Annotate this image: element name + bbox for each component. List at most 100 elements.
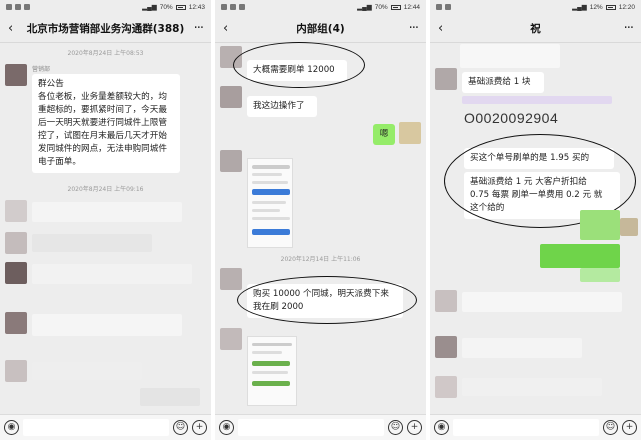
more-icon[interactable]: ··· xyxy=(402,21,419,36)
blurred-image xyxy=(540,244,620,268)
message-line: 各位老板，业务量差额较大的，均 xyxy=(38,92,167,102)
avatar[interactable] xyxy=(435,290,457,312)
avatar[interactable] xyxy=(5,312,27,334)
message-line: 控了，试图在月末最后几天才开始 xyxy=(38,131,167,141)
plus-icon[interactable]: + xyxy=(407,420,422,435)
blurred-image xyxy=(580,268,620,282)
notification-icon xyxy=(445,4,451,10)
chat-header: ‹ 内部组(4) ··· xyxy=(215,14,426,42)
avatar[interactable] xyxy=(220,86,242,108)
image-content xyxy=(252,209,280,212)
image-message[interactable] xyxy=(247,158,293,248)
avatar[interactable] xyxy=(220,268,242,290)
blurred-image xyxy=(580,210,620,240)
emoji-icon[interactable]: ☺ xyxy=(603,420,618,435)
back-icon[interactable]: ‹ xyxy=(8,21,24,36)
avatar[interactable] xyxy=(5,262,27,284)
clock: 12:44 xyxy=(403,3,420,11)
battery-icon xyxy=(605,4,616,10)
battery-icon xyxy=(390,4,401,10)
blurred-message xyxy=(462,338,582,358)
notification-icon xyxy=(221,4,227,10)
blurred-message xyxy=(32,264,192,284)
message-line: 后一天明天就要进行同城件上限管 xyxy=(38,118,167,128)
notification-icon xyxy=(15,4,21,10)
sender-name: 营销部 xyxy=(32,66,51,73)
message-line: 发同城件的网点，无法申购同城件 xyxy=(38,144,167,154)
avatar[interactable] xyxy=(220,328,242,350)
image-content xyxy=(252,173,282,176)
status-bar: ▂▄▆ 12% 12:20 xyxy=(430,0,641,14)
emoji-icon[interactable]: ☺ xyxy=(388,420,403,435)
blurred-message xyxy=(32,202,182,222)
signal-icon: ▂▄▆ xyxy=(572,4,587,11)
blurred-message xyxy=(32,362,142,380)
message-input[interactable] xyxy=(453,419,599,436)
avatar-self[interactable] xyxy=(399,122,421,144)
chat-title: 北京市场营销部业务沟通群(388) xyxy=(26,22,185,35)
message-text: 嗯 xyxy=(379,129,389,139)
avatar[interactable] xyxy=(220,150,242,172)
clock: 12:43 xyxy=(188,3,205,11)
avatar[interactable] xyxy=(5,200,27,222)
image-content xyxy=(252,371,288,374)
message-line: 群公告 xyxy=(38,79,64,89)
notification-icon xyxy=(436,4,442,10)
notification-icon xyxy=(24,4,30,10)
avatar[interactable] xyxy=(5,64,27,86)
message-bubble-self[interactable]: 嗯 xyxy=(373,124,395,145)
divider xyxy=(0,42,211,43)
chat-title: 祝 xyxy=(530,22,541,35)
message-bubble[interactable]: 基础派费给 1 块 xyxy=(462,72,544,93)
message-line: 重超标的，要抓紧时间了，今天最 xyxy=(38,105,167,115)
voice-icon[interactable]: ◉ xyxy=(434,420,449,435)
blurred-message xyxy=(460,44,560,68)
chat-header: ‹ 北京市场营销部业务沟通群(388) ··· xyxy=(0,14,211,42)
emoji-icon[interactable]: ☺ xyxy=(173,420,188,435)
status-bar: ▂▄▆ 70% 12:44 xyxy=(215,0,426,14)
avatar[interactable] xyxy=(5,360,27,382)
image-content xyxy=(252,189,290,195)
message-input[interactable] xyxy=(238,419,384,436)
avatar-self[interactable] xyxy=(620,218,638,236)
voice-icon[interactable]: ◉ xyxy=(4,420,19,435)
voice-icon[interactable]: ◉ xyxy=(219,420,234,435)
avatar[interactable] xyxy=(5,232,27,254)
avatar[interactable] xyxy=(435,68,457,90)
image-content xyxy=(252,165,290,169)
status-bar: ▂▄▆ 70% 12:43 xyxy=(0,0,211,14)
signal-icon: ▂▄▆ xyxy=(357,4,372,11)
more-icon[interactable]: ··· xyxy=(617,21,634,36)
blurred-message xyxy=(462,96,612,104)
message-input[interactable] xyxy=(23,419,169,436)
plus-icon[interactable]: + xyxy=(192,420,207,435)
avatar[interactable] xyxy=(435,376,457,398)
battery-icon xyxy=(175,4,186,10)
battery-percent: 12% xyxy=(589,3,603,11)
notification-icon xyxy=(6,4,12,10)
blurred-message xyxy=(32,234,152,252)
notification-icon xyxy=(230,4,236,10)
back-icon[interactable]: ‹ xyxy=(438,21,454,36)
message-bubble[interactable]: 我这边操作了 xyxy=(247,96,317,117)
divider xyxy=(430,42,641,43)
chat-panel-3: ▂▄▆ 12% 12:20 ‹ 祝 ··· 基础派费给 1 块 O0020092… xyxy=(430,0,641,440)
avatar[interactable] xyxy=(435,336,457,358)
signal-icon: ▂▄▆ xyxy=(142,4,157,11)
input-bar: ◉ ☺ + xyxy=(430,414,641,440)
image-content xyxy=(252,361,290,366)
clock: 12:20 xyxy=(618,3,635,11)
blurred-message xyxy=(32,314,182,336)
message-text: 基础派费给 1 块 xyxy=(468,77,531,87)
message-line: 电子面单。 xyxy=(38,157,81,167)
image-content xyxy=(252,201,286,204)
chat-header: ‹ 祝 ··· xyxy=(430,14,641,42)
plus-icon[interactable]: + xyxy=(622,420,637,435)
chat-panel-1: ▂▄▆ 70% 12:43 ‹ 北京市场营销部业务沟通群(388) ··· 20… xyxy=(0,0,211,440)
highlight-circle xyxy=(233,42,365,88)
announcement-bubble[interactable]: 群公告 各位老板，业务量差额较大的，均 重超标的，要抓紧时间了，今天最 后一天明… xyxy=(32,74,180,173)
more-icon[interactable]: ··· xyxy=(187,21,204,36)
timestamp: 2020年12月14日 上午11:06 xyxy=(280,256,361,263)
back-icon[interactable]: ‹ xyxy=(223,21,239,36)
image-message[interactable] xyxy=(247,336,297,406)
